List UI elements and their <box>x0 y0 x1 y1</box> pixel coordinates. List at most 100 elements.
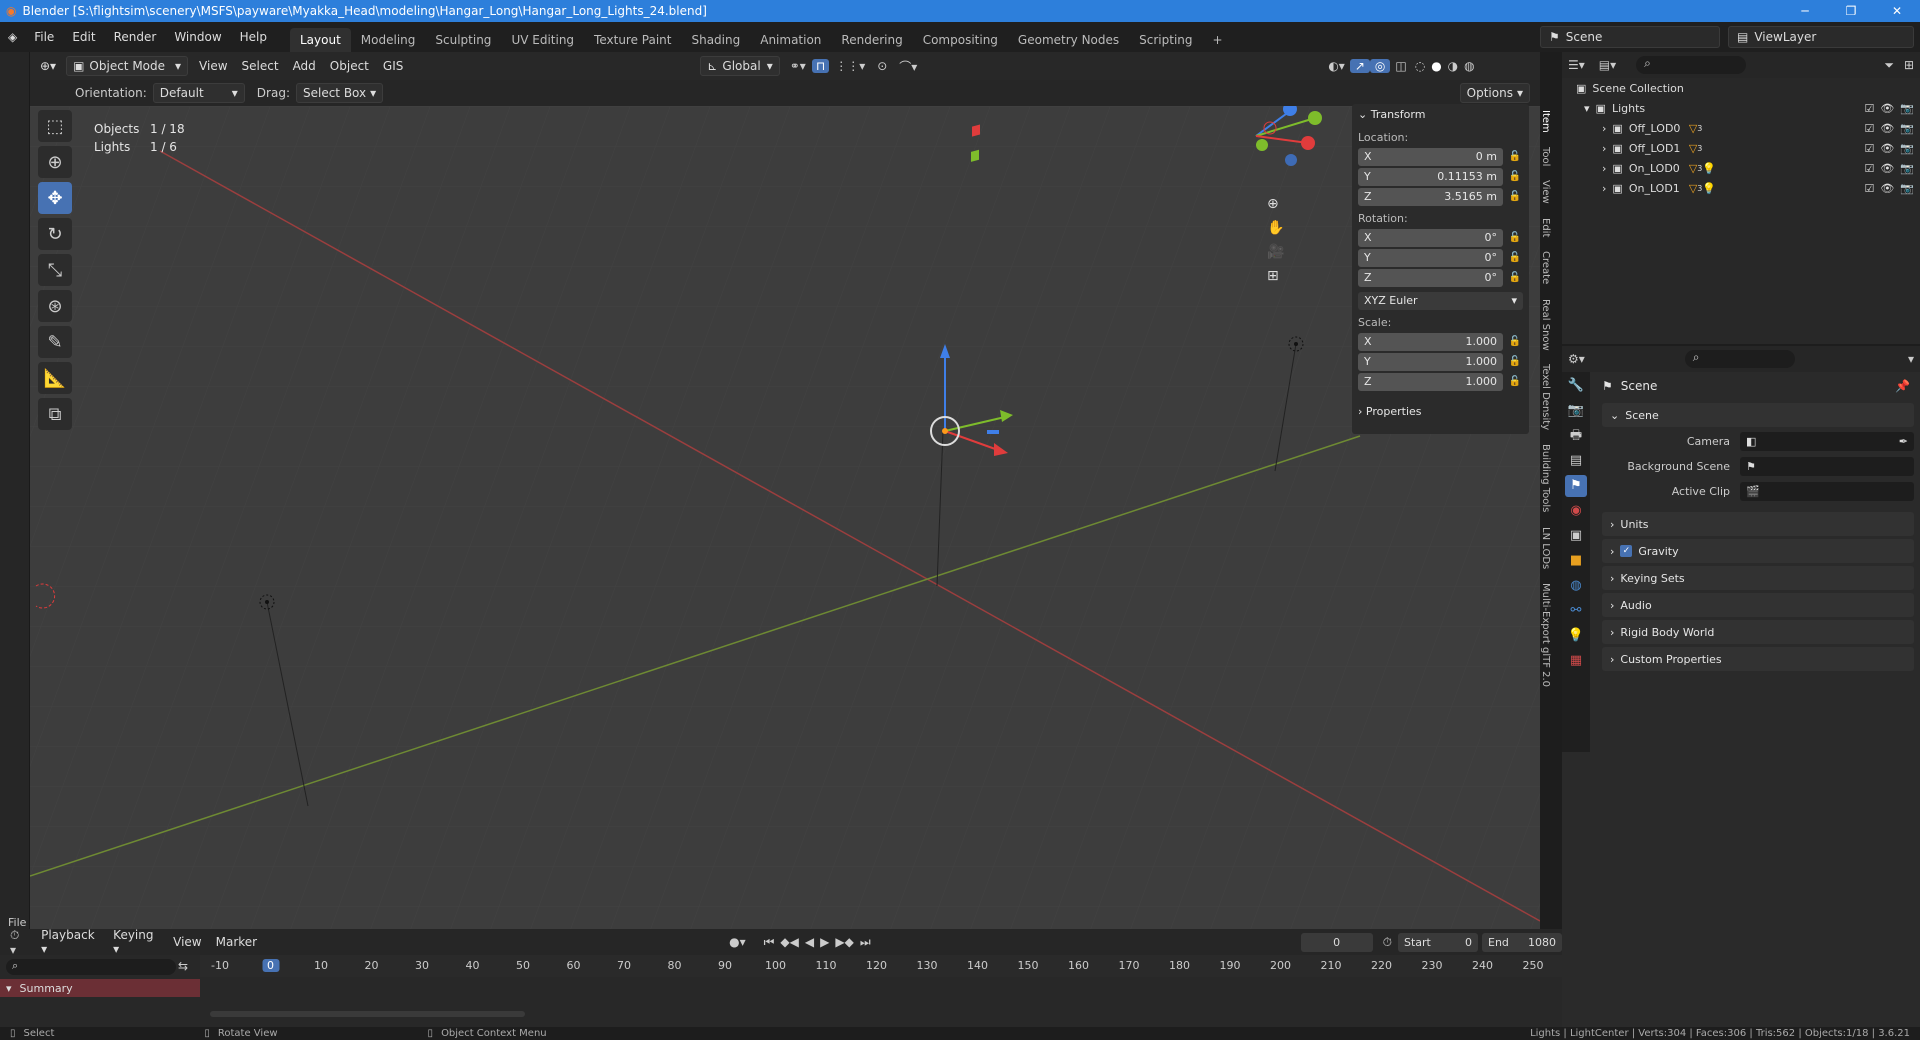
tab-texel-density[interactable]: Texel Density <box>1540 358 1551 436</box>
outliner-row-scene-collection[interactable]: ▣ Scene Collection <box>1562 78 1920 98</box>
lock-icon[interactable]: 🔓 <box>1507 171 1523 182</box>
camera-view-icon[interactable]: 🎥 <box>1267 244 1284 260</box>
start-frame-field[interactable]: Start 0 <box>1398 932 1478 952</box>
rendered-shading-icon[interactable]: ◍ <box>1461 59 1477 73</box>
restore-button[interactable]: ❐ <box>1828 0 1874 22</box>
camera-icon[interactable]: 📷 <box>1900 162 1914 175</box>
scale-z-field[interactable]: Z 1.000 <box>1358 372 1503 391</box>
constraints-tab-icon[interactable]: ⚯ <box>1565 600 1587 622</box>
current-frame-field[interactable]: 0 <box>1300 932 1373 952</box>
scene-selector[interactable]: ⚑ Scene <box>1540 26 1720 48</box>
gravity-checkbox[interactable]: ✓ <box>1620 545 1633 557</box>
rotate-tool[interactable]: ↻ <box>38 218 72 250</box>
chevron-down-icon[interactable]: ▾ <box>1908 352 1914 366</box>
menu-window[interactable]: Window <box>165 22 230 52</box>
camera-icon[interactable]: 📷 <box>1900 182 1914 195</box>
scale-y-field[interactable]: Y 1.000 <box>1358 352 1503 371</box>
camera-field[interactable]: ◧ ✒ <box>1740 431 1914 451</box>
tab-modeling[interactable]: Modeling <box>351 28 426 52</box>
camera-icon[interactable]: 📷 <box>1900 102 1914 115</box>
camera-icon[interactable]: 📷 <box>1900 122 1914 135</box>
menu-help[interactable]: Help <box>231 22 276 52</box>
add-cube-tool[interactable]: ⧉ <box>38 398 72 430</box>
lock-icon[interactable]: 🔓 <box>1507 252 1523 263</box>
falloff-icon[interactable]: ⌒▾ <box>893 58 923 75</box>
view-layer-tab-icon[interactable]: ▤ <box>1565 450 1587 472</box>
scale-x-field[interactable]: X 1.000 <box>1358 332 1503 351</box>
minimize-button[interactable]: ─ <box>1782 0 1828 22</box>
tab-geometry-nodes[interactable]: Geometry Nodes <box>1008 28 1129 52</box>
play-icon[interactable]: ▶ <box>820 935 829 949</box>
lock-icon[interactable]: 🔓 <box>1507 356 1523 367</box>
tab-shading[interactable]: Shading <box>681 28 750 52</box>
outliner-editor-icon[interactable]: ☰▾ <box>1568 58 1585 72</box>
eye-icon[interactable]: 👁 <box>1880 102 1894 115</box>
pivot-icon[interactable]: ⚭▾ <box>784 59 812 73</box>
proportional-edit-icon[interactable]: ⊙ <box>871 59 893 73</box>
custom-properties-section-header[interactable]: › Custom Properties <box>1602 647 1914 671</box>
end-frame-field[interactable]: End 1080 <box>1482 932 1562 952</box>
physics-tab-icon[interactable]: ◍ <box>1565 575 1587 597</box>
properties-header[interactable]: › Properties <box>1352 401 1529 422</box>
tab-multi-export[interactable]: Multi-Export glTF 2.0 <box>1540 577 1551 693</box>
outliner-row-on-lod1[interactable]: › ▣ On_LOD1 ▽ 3 💡 ☑ 👁 📷 <box>1562 178 1920 198</box>
lock-icon[interactable]: 🔓 <box>1507 191 1523 202</box>
rotation-y-field[interactable]: Y 0° <box>1358 248 1503 267</box>
cursor-tool[interactable]: ⊕ <box>38 146 72 178</box>
lock-icon[interactable]: 🔓 <box>1507 151 1523 162</box>
outliner-row-off-lod1[interactable]: › ▣ Off_LOD1 ▽ 3 ☑ 👁 📷 <box>1562 138 1920 158</box>
record-icon[interactable]: ●▾ <box>729 935 746 949</box>
next-keyframe-icon[interactable]: ▶◆ <box>835 935 853 949</box>
material-shading-icon[interactable]: ◑ <box>1445 59 1461 73</box>
keying-sets-section-header[interactable]: › Keying Sets <box>1602 566 1914 590</box>
measure-tool[interactable]: 📐 <box>38 362 72 394</box>
gizmo-icon[interactable]: ↗ <box>1349 59 1370 73</box>
transform-header[interactable]: ⌄ Transform <box>1352 104 1529 125</box>
perspective-grid-icon[interactable]: ⊞ <box>1267 268 1284 284</box>
viewport-menu-object[interactable]: Object <box>323 59 376 73</box>
snap-icon[interactable]: ⊓ <box>811 59 830 73</box>
overlay-icon[interactable]: ◎ <box>1369 59 1391 73</box>
tab-layout[interactable]: Layout <box>290 28 351 52</box>
summary-row[interactable]: ▾ Summary <box>0 979 200 997</box>
viewport-menu-add[interactable]: Add <box>286 59 323 73</box>
units-section-header[interactable]: › Units <box>1602 512 1914 536</box>
frame-ruler[interactable]: -10 0 10 20 30 40 50 60 70 80 90 100 110 120 130 140 150… <box>200 955 1562 977</box>
collection-tab-icon[interactable]: ▣ <box>1565 525 1587 547</box>
data-tab-icon[interactable]: 💡 <box>1565 625 1587 647</box>
tab-sculpting[interactable]: Sculpting <box>425 28 501 52</box>
playhead[interactable]: 0 <box>262 959 279 972</box>
tab-ln-lods[interactable]: LN LODs <box>1540 521 1551 575</box>
timeline-search-input[interactable]: ⌕ <box>6 959 176 975</box>
tab-tool[interactable]: Tool <box>1540 141 1551 172</box>
move-tool[interactable]: ✥ <box>38 182 72 214</box>
camera-icon[interactable]: 📷 <box>1900 142 1914 155</box>
pan-hand-icon[interactable]: ✋ <box>1267 220 1284 236</box>
tab-building-tools[interactable]: Building Tools <box>1540 438 1551 518</box>
viewport-menu-view[interactable]: View <box>192 59 234 73</box>
jump-end-icon[interactable]: ⏭ <box>860 935 871 950</box>
timeline-menu-view[interactable]: View <box>166 935 208 949</box>
checkbox-icon[interactable]: ☑ <box>1864 102 1874 115</box>
eye-icon[interactable]: 👁 <box>1880 122 1894 135</box>
add-workspace-button[interactable]: + <box>1203 28 1233 52</box>
checkbox-icon[interactable]: ☑ <box>1864 142 1874 155</box>
location-y-field[interactable]: Y 0.11153 m <box>1358 167 1503 186</box>
eye-icon[interactable]: 👁 <box>1880 142 1894 155</box>
tab-item[interactable]: Item <box>1540 104 1551 139</box>
display-mode-icon[interactable]: ▤▾ <box>1599 58 1616 72</box>
zoom-icon[interactable]: ⊕ <box>1267 196 1284 212</box>
lock-icon[interactable]: 🔓 <box>1507 376 1523 387</box>
prev-keyframe-icon[interactable]: ◆◀ <box>780 935 798 949</box>
tab-texture-paint[interactable]: Texture Paint <box>584 28 681 52</box>
tab-uv-editing[interactable]: UV Editing <box>501 28 584 52</box>
viewport-menu-gis[interactable]: GIS <box>376 59 410 73</box>
editor-type-icon[interactable]: ⊕▾ <box>30 59 66 73</box>
tool-tab-icon[interactable]: 🔧 <box>1565 375 1587 397</box>
checkbox-icon[interactable]: ☑ <box>1864 182 1874 195</box>
eye-icon[interactable]: 👁 <box>1880 162 1894 175</box>
tab-view[interactable]: View <box>1540 174 1551 210</box>
jump-start-icon[interactable]: ⏮ <box>764 935 775 950</box>
location-x-field[interactable]: X 0 m <box>1358 147 1503 166</box>
orientation-dropdown[interactable]: Default ▾ <box>152 83 245 103</box>
